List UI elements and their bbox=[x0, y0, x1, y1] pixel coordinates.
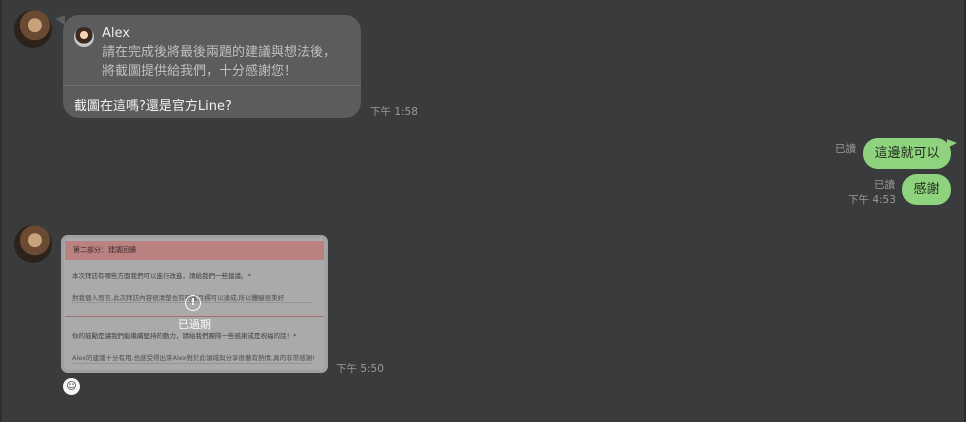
sticker-face-icon[interactable]: ☺ bbox=[63, 378, 80, 395]
avatar[interactable] bbox=[14, 225, 52, 263]
outgoing-bubble[interactable]: 感謝 bbox=[902, 174, 951, 205]
reply-text: 截圖在這嗎?還是官方Line? bbox=[74, 99, 232, 114]
avatar[interactable] bbox=[14, 10, 52, 48]
exclamation-circle-icon: ! bbox=[185, 295, 201, 311]
left-border bbox=[0, 0, 2, 422]
message-time: 下午 5:50 bbox=[336, 363, 384, 375]
quote-divider bbox=[63, 85, 361, 86]
quote-author: Alex bbox=[102, 26, 130, 41]
quote-text: 請在完成後將最後兩題的建議與想法後， 將截圖提供給我們，十分感謝您！ bbox=[102, 45, 337, 79]
message-time: 下午 4:53 bbox=[848, 194, 896, 206]
message-time: 下午 1:58 bbox=[370, 106, 418, 118]
read-receipt: 已讀 bbox=[835, 143, 856, 155]
expired-label: 已過期 bbox=[178, 318, 211, 331]
expired-image-message[interactable]: 第二部分：建議回饋 本次拜訪有哪些方面我們可以進行改進，請給我們一些建議。* 對… bbox=[61, 235, 328, 373]
read-receipt: 已讀 bbox=[874, 179, 895, 191]
quote-avatar bbox=[74, 27, 94, 47]
outgoing-bubble[interactable]: 這邊就可以 bbox=[863, 138, 951, 169]
incoming-reply-bubble[interactable]: Alex 請在完成後將最後兩題的建議與想法後， 將截圖提供給我們，十分感謝您！ … bbox=[63, 15, 361, 118]
